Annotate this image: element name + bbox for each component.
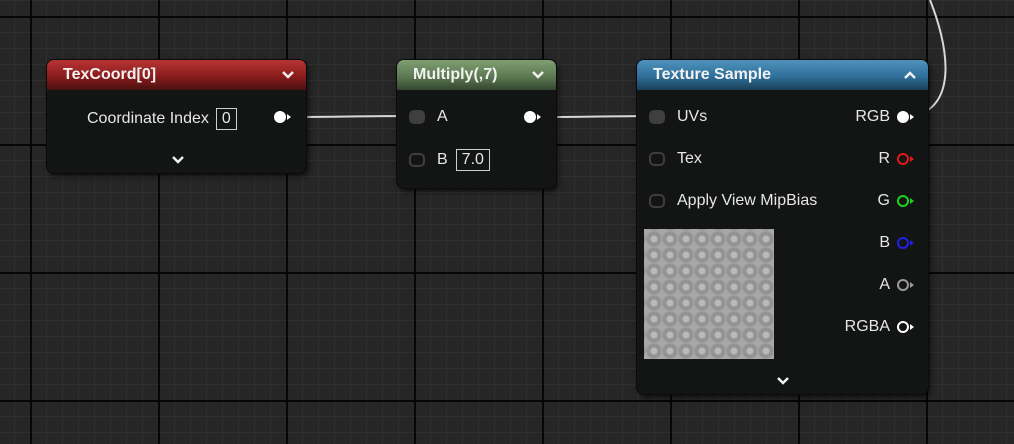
texture-sample-node-header[interactable]: Texture Sample: [637, 60, 928, 90]
tex-input-row[interactable]: Tex: [649, 148, 702, 170]
chevron-down-icon[interactable]: [171, 152, 185, 170]
rgba-output-pin[interactable]: [896, 320, 916, 334]
g-output-pin[interactable]: [896, 194, 916, 208]
coordinate-index-label: Coordinate Index: [87, 110, 209, 127]
multiply-output-pin[interactable]: [523, 110, 543, 129]
texcoord-node[interactable]: TexCoord[0] Coordinate Index 0: [47, 60, 306, 173]
b-output-row[interactable]: B: [879, 232, 916, 254]
a-output-label: A: [879, 276, 890, 293]
a-output-pin[interactable]: [896, 278, 916, 292]
coordinate-index-row: Coordinate Index 0: [87, 108, 237, 130]
apply-view-mipbias-input-pin[interactable]: [649, 194, 665, 208]
texture-sample-node[interactable]: Texture Sample UVs Tex Apply View MipBia…: [637, 60, 928, 394]
texture-preview-thumbnail: [644, 229, 774, 359]
tex-input-pin[interactable]: [649, 152, 665, 166]
rgb-output-row[interactable]: RGB: [855, 106, 916, 128]
uvs-input-row[interactable]: UVs: [649, 106, 707, 128]
tex-input-label: Tex: [677, 150, 702, 167]
g-output-label: G: [877, 192, 890, 209]
chevron-down-icon[interactable]: [529, 66, 547, 84]
multiply-input-b-row[interactable]: B 7.0: [409, 149, 490, 171]
chevron-up-icon[interactable]: [901, 66, 919, 84]
rgb-output-pin[interactable]: [896, 110, 916, 124]
coordinate-index-field[interactable]: 0: [215, 108, 237, 130]
apply-view-mipbias-input-row[interactable]: Apply View MipBias: [649, 190, 817, 212]
a-output-row[interactable]: A: [879, 274, 916, 296]
chevron-down-icon[interactable]: [279, 66, 297, 84]
r-output-label: R: [878, 150, 890, 167]
rgba-output-row[interactable]: RGBA: [845, 316, 916, 338]
multiply-input-a-pin[interactable]: [409, 110, 425, 124]
b-output-label: B: [879, 234, 890, 251]
multiply-input-a-row[interactable]: A: [409, 106, 448, 128]
multiply-input-b-field[interactable]: 7.0: [455, 149, 490, 171]
r-output-row[interactable]: R: [878, 148, 916, 170]
multiply-node-header[interactable]: Multiply(,7): [397, 60, 556, 90]
texture-sample-node-title: Texture Sample: [653, 66, 771, 83]
rgba-output-label: RGBA: [844, 318, 890, 335]
chevron-down-icon[interactable]: [776, 373, 790, 391]
wire-texcoord-to-multiply-a[interactable]: [289, 115, 415, 118]
apply-view-mipbias-input-label: Apply View MipBias: [677, 192, 818, 209]
texcoord-node-title: TexCoord[0]: [63, 66, 157, 83]
multiply-node-title: Multiply(,7): [413, 66, 498, 83]
multiply-input-a-label: A: [437, 108, 448, 125]
texcoord-output-pin[interactable]: [273, 110, 293, 129]
uvs-input-pin[interactable]: [649, 110, 665, 124]
rgb-output-label: RGB: [855, 108, 890, 125]
r-output-pin[interactable]: [896, 152, 916, 166]
uvs-input-label: UVs: [677, 108, 708, 125]
texcoord-node-header[interactable]: TexCoord[0]: [47, 60, 306, 90]
multiply-input-b-pin[interactable]: [409, 153, 425, 167]
multiply-input-b-label: B: [437, 151, 448, 168]
g-output-row[interactable]: G: [878, 190, 916, 212]
b-output-pin[interactable]: [896, 236, 916, 250]
multiply-node[interactable]: Multiply(,7) A B 7.0: [397, 60, 556, 188]
